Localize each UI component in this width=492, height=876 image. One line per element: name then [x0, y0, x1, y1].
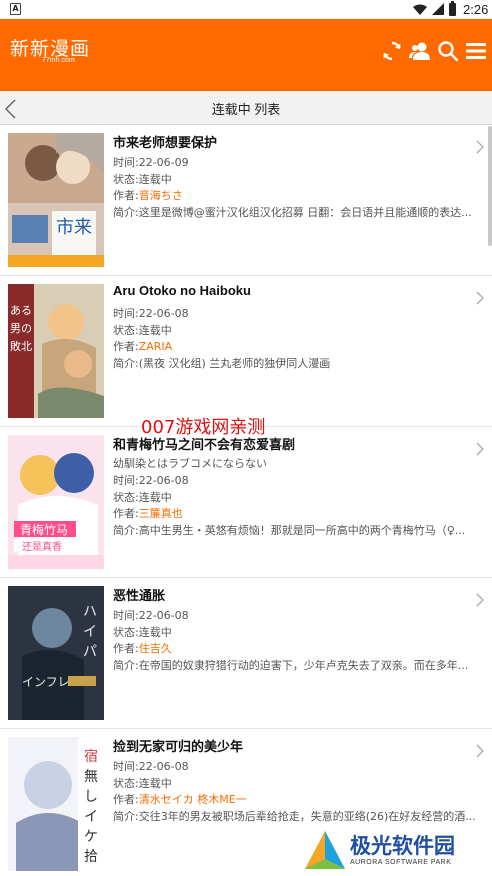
svg-text:イ: イ — [84, 809, 98, 825]
item-author: 作者:清水セイカ 柊木ME一 — [113, 793, 247, 806]
signal-icon — [432, 3, 444, 15]
svg-text:イ: イ — [83, 624, 97, 640]
app-header: 新新漫画 77mh.com — [0, 19, 492, 91]
status-time: 2:26 — [463, 2, 489, 17]
item-author: 作者:三簾真也 — [113, 507, 183, 520]
cover-image: 宿 無 し イ ケ 拾 — [8, 737, 104, 871]
chevron-right-icon — [476, 140, 484, 154]
page-title: 连载中 列表 — [211, 102, 281, 117]
svg-text:市来: 市来 — [56, 217, 92, 238]
svg-text:ハ: ハ — [83, 604, 97, 620]
svg-text:ある: ある — [10, 304, 32, 317]
item-status: 状态:连载中 — [113, 625, 172, 639]
svg-text:男の: 男の — [10, 322, 32, 335]
brand-watermark: 极光软件园 AURORA SOFTWARE PARK — [300, 826, 492, 876]
app-logo-domain: 77mh.com — [42, 57, 75, 64]
author-link[interactable]: 三簾真也 — [139, 507, 183, 520]
brand-subtitle: AURORA SOFTWARE PARK — [350, 859, 452, 866]
chevron-right-icon — [476, 593, 484, 607]
svg-text:还是真香: 还是真香 — [22, 540, 62, 553]
item-author: 作者:音海ちさ — [113, 189, 183, 202]
item-summary: 简介:在帝国的奴隶狩猎行动的迫害下，少年卢克失去了双亲。而在多年... — [113, 658, 469, 672]
item-alt-title: 幼馴染とはラブコメにならない — [113, 457, 267, 470]
app-notification-icon: A — [10, 3, 21, 15]
svg-text:無: 無 — [84, 769, 98, 785]
svg-text:敗北: 敗北 — [10, 339, 32, 353]
item-title[interactable]: 恶性通胀 — [113, 585, 483, 605]
item-summary: 简介:交往3年的男友被职场后辈给抢走，失意的亚络(26)在好友经营的酒... — [113, 809, 476, 823]
item-title[interactable]: 捡到无家可归的美少年 — [113, 736, 483, 756]
item-summary: 简介:这里是微博@蜜汁汉化组汉化招募 日翻：会日语并且能通顺的表达... — [113, 205, 472, 219]
menu-icon[interactable] — [464, 39, 488, 63]
item-status: 状态:连载中 — [113, 323, 172, 337]
list-item[interactable]: 青梅竹马 还是真香 和青梅竹马之间不会有恋爱喜剧 幼馴染とはラブコメにならない … — [0, 428, 492, 578]
svg-text:拾: 拾 — [84, 849, 98, 865]
author-link[interactable]: 清水セイカ 柊木ME一 — [139, 793, 247, 806]
item-time: 时间:22-06-08 — [113, 760, 189, 773]
svg-text:し: し — [84, 789, 98, 805]
svg-text:ケ: ケ — [84, 829, 98, 845]
list-item[interactable]: 市来 市来老师想要保护 时间:22-06-09 状态:连载中 作者:音海ちさ 简… — [0, 126, 492, 276]
cover-image: 青梅竹马 还是真香 — [8, 435, 104, 569]
refresh-icon[interactable] — [380, 39, 404, 63]
chevron-right-icon — [476, 291, 484, 305]
svg-text:パ: パ — [83, 644, 97, 660]
item-summary: 简介:(黑夜 汉化组) 兰丸老师的独伊同人漫画 — [113, 356, 331, 370]
cover-image: 市来 — [8, 133, 104, 267]
scrollbar[interactable] — [488, 126, 492, 246]
search-icon[interactable] — [436, 39, 460, 63]
item-status: 状态:连载中 — [113, 172, 172, 186]
sub-header: 连载中 列表 — [0, 91, 492, 125]
author-link[interactable]: ZARIA — [139, 340, 172, 353]
item-time: 时间:22-06-09 — [113, 156, 189, 169]
item-author: 作者:ZARIA — [113, 340, 173, 353]
svg-text:宿: 宿 — [84, 748, 98, 765]
item-author: 作者:住吉久 — [113, 642, 172, 655]
cover-image: ハ イ パ インフレ — [8, 586, 104, 720]
list-item[interactable]: ハ イ パ インフレ 恶性通胀 时间:22-06-08 状态:连载中 作者:住吉… — [0, 579, 492, 729]
chevron-right-icon — [476, 744, 484, 758]
list-item[interactable]: ある 男の 敗北 Aru Otoko no Haiboku 时间:22-06-0… — [0, 277, 492, 427]
item-title[interactable]: Aru Otoko no Haiboku — [113, 283, 483, 303]
watermark-text: 007游戏网亲测 — [141, 417, 266, 438]
wifi-icon — [413, 4, 427, 15]
svg-text:インフレ: インフレ — [22, 675, 70, 689]
user-icon[interactable] — [408, 39, 432, 63]
item-status: 状态:连载中 — [113, 490, 172, 504]
chevron-right-icon — [476, 442, 484, 456]
battery-icon — [449, 1, 456, 16]
item-summary: 简介:高中生男生・英悠有烦恼！那就是同一所高中的两个青梅竹马（♀... — [113, 523, 466, 537]
aurora-logo-icon — [305, 831, 345, 869]
author-link[interactable]: 住吉久 — [139, 642, 172, 655]
item-status: 状态:连载中 — [113, 776, 172, 790]
svg-text:青梅竹马: 青梅竹马 — [20, 522, 68, 537]
status-bar: A 2:26 — [0, 0, 492, 19]
item-time: 时间:22-06-08 — [113, 307, 189, 320]
brand-title: 极光软件园 — [350, 834, 455, 858]
item-title[interactable]: 市来老师想要保护 — [113, 132, 483, 152]
item-time: 时间:22-06-08 — [113, 474, 189, 487]
cover-image: ある 男の 敗北 — [8, 284, 104, 418]
author-link[interactable]: 音海ちさ — [139, 189, 183, 202]
item-time: 时间:22-06-08 — [113, 609, 189, 622]
